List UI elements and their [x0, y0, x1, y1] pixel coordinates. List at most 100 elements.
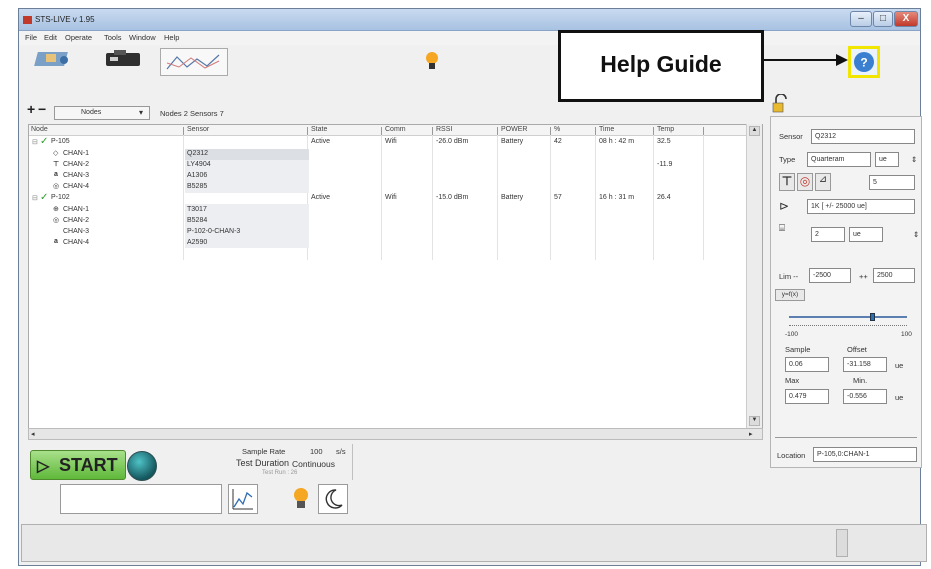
window-title: STS-LIVE v 1.95	[35, 15, 95, 24]
gain-field[interactable]: 5	[869, 175, 915, 190]
test-duration-label: Test Duration	[236, 458, 290, 468]
help-icon: ?	[854, 52, 874, 72]
range-select[interactable]: 1K [ +/- 25000 ue]	[807, 199, 915, 214]
menu-window[interactable]: Window	[129, 33, 156, 42]
sensor-settings-panel: Sensor Q2312 Type Quarteram ue ⇕ ⊤ ◎ ⊿ 5…	[770, 116, 922, 468]
col-comm[interactable]: Comm	[385, 126, 406, 133]
test-duration-value[interactable]: Continuous	[292, 459, 335, 469]
table-horizontal-scrollbar[interactable]: ◂ ▸	[28, 428, 763, 440]
menu-tools[interactable]: Tools	[104, 33, 122, 42]
remove-node-button[interactable]: −	[38, 101, 46, 117]
col-rssi[interactable]: RSSI	[436, 126, 452, 133]
col-temp[interactable]: Temp	[657, 126, 674, 133]
location-field[interactable]: P-105,0:CHAN-1	[813, 447, 917, 462]
tab-sensors[interactable]	[34, 44, 80, 72]
graph-icon	[166, 54, 220, 70]
close-button[interactable]: X	[894, 11, 918, 27]
col-percent[interactable]: %	[554, 126, 560, 133]
lightbulb-icon[interactable]	[424, 50, 440, 74]
status-check-icon: ✓	[40, 136, 49, 147]
callout-arrow	[764, 54, 848, 66]
minimize-button[interactable]: –	[850, 11, 872, 27]
scroll-down-icon[interactable]: ▼	[749, 416, 760, 426]
limit-high-field[interactable]: 2500	[873, 268, 915, 283]
y-zoom-button[interactable]: y=f(x)	[775, 289, 805, 301]
stepper-icon[interactable]: ⇕	[911, 155, 917, 164]
node-sensor-table: Node Sensor State Comm RSSI POWER % Time…	[28, 124, 763, 430]
strain-gauge-icon: ◎	[53, 217, 60, 224]
plot-icon	[232, 489, 253, 510]
col-power[interactable]: POWER	[501, 126, 527, 133]
callout-text: Help Guide	[600, 51, 722, 77]
min-field: -0.556	[843, 389, 887, 404]
tab-graphs[interactable]	[160, 48, 228, 76]
decimals-unit-select[interactable]: ue	[849, 227, 883, 242]
range-icon: ⊳	[779, 199, 790, 213]
lock-icon[interactable]	[772, 93, 788, 114]
shunt-cal-icon[interactable]: ◎	[797, 173, 813, 191]
temperature-icon: ⊕	[53, 206, 59, 213]
chevron-down-icon: ▾	[139, 108, 144, 117]
slider-handle[interactable]	[870, 313, 875, 321]
decimals-field[interactable]: 2	[811, 227, 845, 242]
status-check-icon: ✓	[40, 192, 49, 203]
view-dropdown[interactable]: Nodes ▾	[54, 106, 150, 120]
node-sensor-summary: Nodes 2 Sensors 7	[160, 109, 224, 118]
col-state[interactable]: State	[311, 126, 327, 133]
sample-rate-value[interactable]: 100	[310, 447, 323, 456]
sample-rate-unit: s/s	[336, 447, 346, 456]
help-button[interactable]: ?	[848, 46, 880, 78]
sample-label: Sample	[785, 345, 811, 354]
type-label: Type	[779, 155, 796, 164]
start-label: START	[59, 455, 118, 475]
limit-high-label: ++	[859, 272, 868, 281]
col-node[interactable]: Node	[31, 126, 48, 133]
view-dropdown-value: Nodes	[81, 109, 102, 116]
col-time[interactable]: Time	[599, 126, 614, 133]
unit-select[interactable]: ue	[875, 152, 899, 167]
type-field[interactable]: Quarteram	[807, 152, 871, 167]
help-guide-callout: Help Guide	[558, 30, 764, 102]
app-icon	[23, 16, 32, 24]
plot-button[interactable]	[228, 484, 258, 514]
table-vertical-scrollbar[interactable]: ▲ ▼	[746, 124, 762, 430]
offset-label: Offset	[847, 345, 867, 354]
lightbulb-icon[interactable]	[290, 484, 312, 514]
moon-icon	[325, 489, 343, 509]
decimals-icon: ⌸	[779, 223, 785, 234]
svg-text:?: ?	[860, 56, 867, 70]
max-label: Max	[785, 376, 800, 385]
offset-slider[interactable]	[789, 313, 907, 321]
slider-min-label: -100	[785, 331, 799, 338]
accelerometer-icon: a	[54, 238, 58, 245]
title-bar: STS-LIVE v 1.95 – □ X	[19, 9, 920, 31]
bridge-type-icon[interactable]: ⊤	[779, 173, 795, 191]
strain-gauge-icon: ◎	[53, 183, 60, 190]
scroll-left-icon[interactable]: ◂	[31, 430, 35, 438]
stepper-icon[interactable]: ⇕	[913, 230, 919, 239]
col-sensor[interactable]: Sensor	[187, 126, 209, 133]
tab-hardware[interactable]	[100, 44, 148, 72]
menu-file[interactable]: File	[25, 33, 37, 42]
status-scroll[interactable]	[836, 529, 848, 557]
min-unit: ue	[895, 393, 904, 402]
scroll-up-icon[interactable]: ▲	[749, 126, 760, 136]
start-button[interactable]: ▷ START	[30, 450, 126, 480]
limit-low-field[interactable]: -2500	[809, 268, 851, 283]
add-node-button[interactable]: +	[27, 101, 35, 117]
slider-max-label: 100	[901, 331, 912, 338]
sensor-field[interactable]: Q2312	[811, 129, 915, 144]
scroll-right-icon[interactable]: ▸	[749, 430, 753, 438]
test-run-label: Test Run : 26	[262, 470, 298, 476]
offset-field[interactable]: -31.158	[843, 357, 887, 372]
wireless-globe-icon[interactable]	[127, 451, 157, 481]
menu-operate[interactable]: Operate	[65, 33, 92, 42]
menu-edit[interactable]: Edit	[44, 33, 57, 42]
maximize-button[interactable]: □	[873, 11, 893, 27]
hardware-node-icon	[106, 50, 140, 66]
menu-help[interactable]: Help	[164, 33, 179, 42]
night-mode-button[interactable]	[318, 484, 348, 514]
gain-icon[interactable]: ⊿	[815, 173, 831, 191]
sample-field: 0.06	[785, 357, 829, 372]
min-label: Min.	[853, 376, 868, 385]
